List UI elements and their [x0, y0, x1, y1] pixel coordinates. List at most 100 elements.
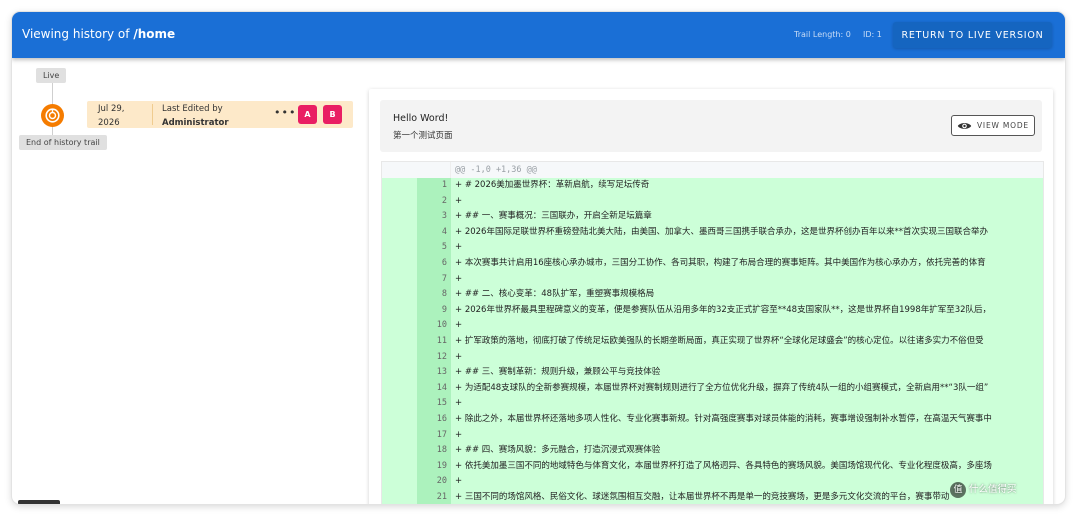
diff-view: @@ -1,0 +1,36 @@ 1 + # 2026美加墨世界杯：革新启航，续写…	[381, 161, 1044, 504]
diff-line: 16 + 除此之外，本届世界杯还落地多项人性化、专业化赛事新规。针对高强度赛事对球…	[382, 411, 1043, 428]
line-content: +	[451, 271, 1043, 288]
diff-line: 4 + 2026年国际足联世界杯重磅登陆北美大陆，由美国、加拿大、墨西哥三国携手联…	[382, 224, 1043, 241]
compare-a-button[interactable]: A	[298, 105, 317, 124]
hunk-text: @@ -1,0 +1,36 @@	[455, 165, 537, 175]
preview-heading: Hello Word!	[393, 113, 449, 124]
app-bar: Viewing history of /home Trail Length: 0…	[12, 12, 1065, 58]
line-content: + # 2026美加墨世界杯：革新启航，续写足坛传奇	[451, 178, 1043, 194]
line-number: 5	[417, 240, 451, 256]
diff-line: 21 + 三国不同的场馆风格、民俗文化、球迷氛围相互交融，让本届世界杯不再是单一的…	[382, 489, 1043, 504]
diff-line: 11 + 扩军政策的落地，彻底打破了传统足坛欧美强队的长期垄断局面，真正实现了世界…	[382, 333, 1043, 350]
line-content: + ## 一、赛事概况：三国联办，开启全新足坛篇章	[451, 209, 1043, 225]
line-content: + ## 三、赛制革新：规则升级，兼顾公平与竞技体验	[451, 365, 1043, 381]
old-line-gutter	[382, 411, 417, 428]
old-line-gutter	[382, 333, 417, 350]
line-number: 11	[417, 333, 451, 350]
old-line-gutter	[382, 240, 417, 256]
old-line-gutter	[382, 302, 417, 319]
compare-b-button[interactable]: B	[323, 105, 342, 124]
editor-name: Administrator	[162, 118, 229, 128]
old-line-gutter	[382, 255, 417, 272]
page-preview: Hello Word! 第一个测试页面 VIEW MODE	[380, 100, 1042, 152]
line-content: + ## 二、核心变革：48队扩军，重塑赛事规模格局	[451, 287, 1043, 303]
site-watermark: 值什么值得买	[950, 481, 1017, 498]
line-content: + 扩军政策的落地，彻底打破了传统足坛欧美强队的长期垄断局面，真正实现了世界杯“…	[451, 333, 1043, 350]
line-content: + ## 四、赛场风貌：多元融合，打造沉浸式观赛体验	[451, 443, 1043, 459]
old-line-gutter	[382, 427, 417, 444]
diff-line: 2 +	[382, 193, 1043, 210]
trail-length-label: Trail Length: 0	[794, 30, 851, 39]
line-number: 9	[417, 302, 451, 319]
content-panel: Hello Word! 第一个测试页面 VIEW MODE @@ -1,0 +1…	[369, 89, 1053, 504]
diff-line: 7 +	[382, 271, 1043, 288]
diff-line: 9 + 2026年世界杯最具里程碑意义的变革，便是参赛队伍从沿用多年的32支正式扩…	[382, 302, 1043, 319]
entry-editor: Last Edited by Administrator	[162, 102, 229, 130]
old-line-gutter	[382, 380, 417, 397]
old-line-gutter	[382, 271, 417, 288]
end-of-trail-label: End of history trail	[19, 135, 107, 150]
history-node-glyph	[45, 108, 60, 123]
line-content: + 2026年世界杯最具里程碑意义的变革，便是参赛队伍从沿用多年的32支正式扩容…	[451, 302, 1043, 319]
line-number: 8	[417, 287, 451, 303]
watermark-badge: 值	[950, 481, 966, 498]
line-content: + 依托美加墨三国不同的地域特色与体育文化，本届世界杯打造了风格迥异、各具特色的…	[451, 458, 1043, 475]
diff-line: 1 + # 2026美加墨世界杯：革新启航，续写足坛传奇	[382, 178, 1043, 194]
old-line-gutter	[382, 396, 417, 412]
line-number: 7	[417, 271, 451, 288]
line-number: 1	[417, 178, 451, 194]
line-number: 19	[417, 458, 451, 475]
diff-rows: 1 + # 2026美加墨世界杯：革新启航，续写足坛传奇 2 +3 + ## 一、赛事概…	[382, 178, 1043, 504]
line-number: 16	[417, 411, 451, 428]
line-content: +	[451, 318, 1043, 334]
entry-date: Jul 29, 2026	[98, 102, 148, 130]
history-node-icon[interactable]	[41, 104, 64, 127]
line-number: 2	[417, 193, 451, 210]
hunk-gutter	[382, 162, 451, 178]
edited-by-label: Last Edited by	[162, 104, 223, 114]
old-line-gutter	[382, 318, 417, 334]
history-id-label: ID: 1	[863, 30, 882, 39]
history-window: Viewing history of /home Trail Length: 0…	[12, 12, 1065, 504]
entry-date-line1: Jul 29,	[98, 104, 125, 114]
diff-line: 18 + ## 四、赛场风貌：多元融合，打造沉浸式观赛体验	[382, 443, 1043, 459]
more-options-button[interactable]: •••	[274, 106, 296, 119]
old-line-gutter	[382, 224, 417, 241]
old-line-gutter	[382, 458, 417, 475]
line-number: 15	[417, 396, 451, 412]
diff-line: 8 + ## 二、核心变革：48队扩军，重塑赛事规模格局	[382, 287, 1043, 303]
preview-subtitle: 第一个测试页面	[393, 131, 453, 141]
watermark-text: 什么值得买	[969, 484, 1017, 495]
scroll-handle[interactable]	[18, 500, 60, 504]
diff-line: 20 +	[382, 474, 1043, 490]
line-content: +	[451, 193, 1043, 210]
page-title: Viewing history of /home	[22, 27, 175, 41]
view-mode-button[interactable]: VIEW MODE	[951, 115, 1035, 136]
title-prefix: Viewing history of	[22, 27, 134, 41]
diff-line: 14 + 为适配48支球队的全新参赛规模，本届世界杯对赛制规则进行了全方位优化升级…	[382, 380, 1043, 397]
line-content: + 本次赛事共计启用16座核心承办城市，三国分工协作、各司其职，构建了布局合理的…	[451, 255, 1043, 272]
diff-line: 12 +	[382, 349, 1043, 366]
line-content: +	[451, 427, 1043, 444]
old-line-gutter	[382, 287, 417, 303]
entry-date-line2: 2026	[98, 118, 120, 128]
diff-line: 13 + ## 三、赛制革新：规则升级，兼顾公平与竞技体验	[382, 365, 1043, 381]
old-line-gutter	[382, 349, 417, 366]
eye-icon	[957, 122, 972, 129]
line-number: 10	[417, 318, 451, 334]
old-line-gutter	[382, 193, 417, 210]
entry-divider	[152, 104, 153, 125]
live-badge[interactable]: Live	[36, 68, 67, 83]
line-number: 4	[417, 224, 451, 241]
line-number: 14	[417, 380, 451, 397]
line-number: 3	[417, 209, 451, 225]
old-line-gutter	[382, 178, 417, 194]
return-to-live-button[interactable]: RETURN TO LIVE VERSION	[893, 22, 1052, 48]
diff-line: 3 + ## 一、赛事概况：三国联办，开启全新足坛篇章	[382, 209, 1043, 225]
line-number: 13	[417, 365, 451, 381]
line-number: 17	[417, 427, 451, 444]
diff-hunk-header: @@ -1,0 +1,36 @@	[382, 162, 1043, 178]
line-number: 18	[417, 443, 451, 459]
view-mode-label: VIEW MODE	[977, 121, 1029, 130]
line-content: +	[451, 349, 1043, 366]
history-entry[interactable]: Jul 29, 2026 Last Edited by Administrato…	[87, 101, 353, 128]
